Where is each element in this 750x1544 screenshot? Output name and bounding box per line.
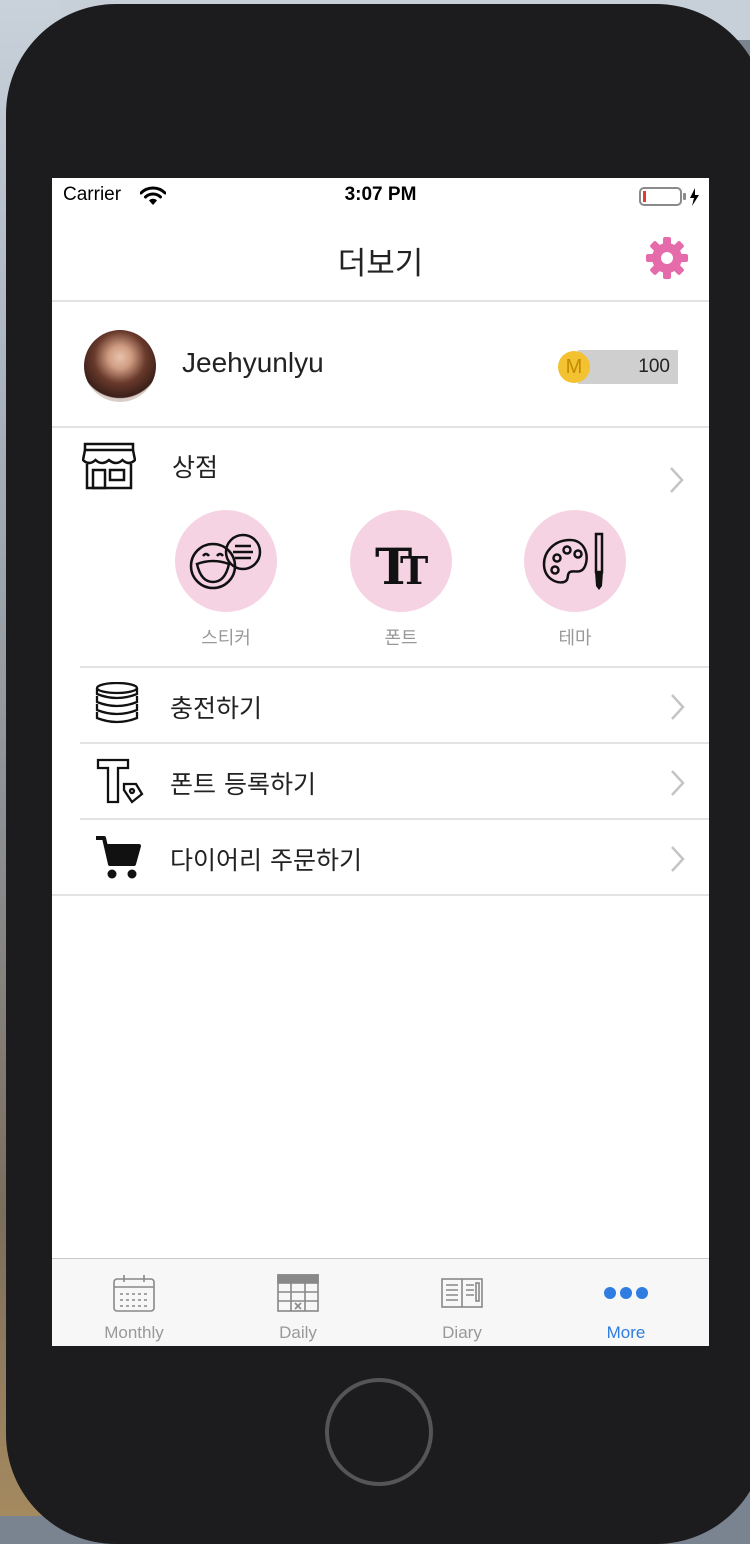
menu-item-label: 다이어리 주문하기: [170, 846, 362, 875]
tab-label: More: [606, 1323, 646, 1342]
page-title: 더보기: [337, 246, 424, 282]
coin-balance-bar: 100: [578, 350, 678, 384]
font-register-icon: [96, 758, 144, 804]
navigation-bar: 더보기: [52, 214, 709, 302]
tab-more[interactable]: More: [544, 1259, 708, 1346]
store-icon: [82, 442, 136, 490]
tab-diary[interactable]: Diary: [380, 1259, 544, 1346]
coin-balance-value: 100: [638, 356, 670, 377]
shop-item-theme[interactable]: 테마: [520, 510, 630, 650]
chevron-right-icon[interactable]: [669, 466, 685, 494]
tab-label: Daily: [279, 1323, 317, 1342]
palette-icon: [542, 532, 604, 590]
daily-calendar-icon: [277, 1274, 319, 1312]
chevron-right-icon: [671, 770, 685, 796]
calendar-icon: [113, 1275, 155, 1312]
menu-item-charge[interactable]: 충전하기: [80, 666, 709, 742]
status-time: 3:07 PM: [344, 184, 417, 205]
app-screen: Carrier 3:07 PM 더보기 Jeehyunlyu 100 M 상점 …: [52, 178, 709, 1346]
profile-row[interactable]: Jeehyunlyu 100 M: [52, 302, 709, 428]
menu-item-diary-order[interactable]: 다이어리 주문하기: [80, 818, 709, 894]
home-button[interactable]: [325, 1378, 433, 1486]
shop-categories: 스티커 T T 폰트 테마: [52, 510, 709, 650]
cart-icon: [96, 836, 141, 879]
shop-section: 상점 스티커 T T 폰트 테마: [52, 428, 709, 666]
diary-icon: [441, 1278, 483, 1308]
more-dots-icon: [604, 1287, 648, 1299]
status-bar: Carrier 3:07 PM: [52, 178, 709, 214]
tab-label: Diary: [442, 1323, 482, 1342]
svg-text:T: T: [400, 548, 428, 593]
theme-button[interactable]: [524, 510, 626, 612]
menu-item-font-register[interactable]: 폰트 등록하기: [80, 742, 709, 818]
menu-item-label: 폰트 등록하기: [170, 770, 316, 799]
tab-monthly[interactable]: Monthly: [52, 1259, 216, 1346]
sticker-icon: [189, 533, 262, 590]
shop-item-label: 스티커: [201, 628, 251, 649]
menu-item-label: 충전하기: [170, 694, 263, 723]
font-icon: T T: [375, 537, 428, 596]
username: Jeehyunlyu: [182, 347, 324, 378]
tab-label: Monthly: [104, 1323, 164, 1342]
shop-label: 상점: [172, 453, 219, 482]
avatar[interactable]: [84, 330, 156, 402]
tab-bar: Monthly Daily Diary More: [52, 1258, 709, 1346]
coins-icon: [95, 682, 139, 724]
coin-balance: 100 M: [558, 350, 678, 384]
font-button[interactable]: T T: [350, 510, 452, 612]
shop-item-label: 테마: [558, 628, 592, 649]
gear-icon[interactable]: [645, 236, 689, 280]
chevron-right-icon: [671, 694, 685, 720]
shop-item-font[interactable]: T T 폰트: [346, 510, 456, 650]
divider: [52, 894, 709, 896]
battery-icon: [639, 187, 701, 211]
coin-icon: M: [558, 351, 590, 383]
chevron-right-icon: [671, 846, 685, 872]
shop-item-label: 폰트: [384, 628, 418, 649]
shop-item-sticker[interactable]: 스티커: [171, 510, 281, 650]
sticker-button[interactable]: [175, 510, 277, 612]
tab-daily[interactable]: Daily: [216, 1259, 380, 1346]
